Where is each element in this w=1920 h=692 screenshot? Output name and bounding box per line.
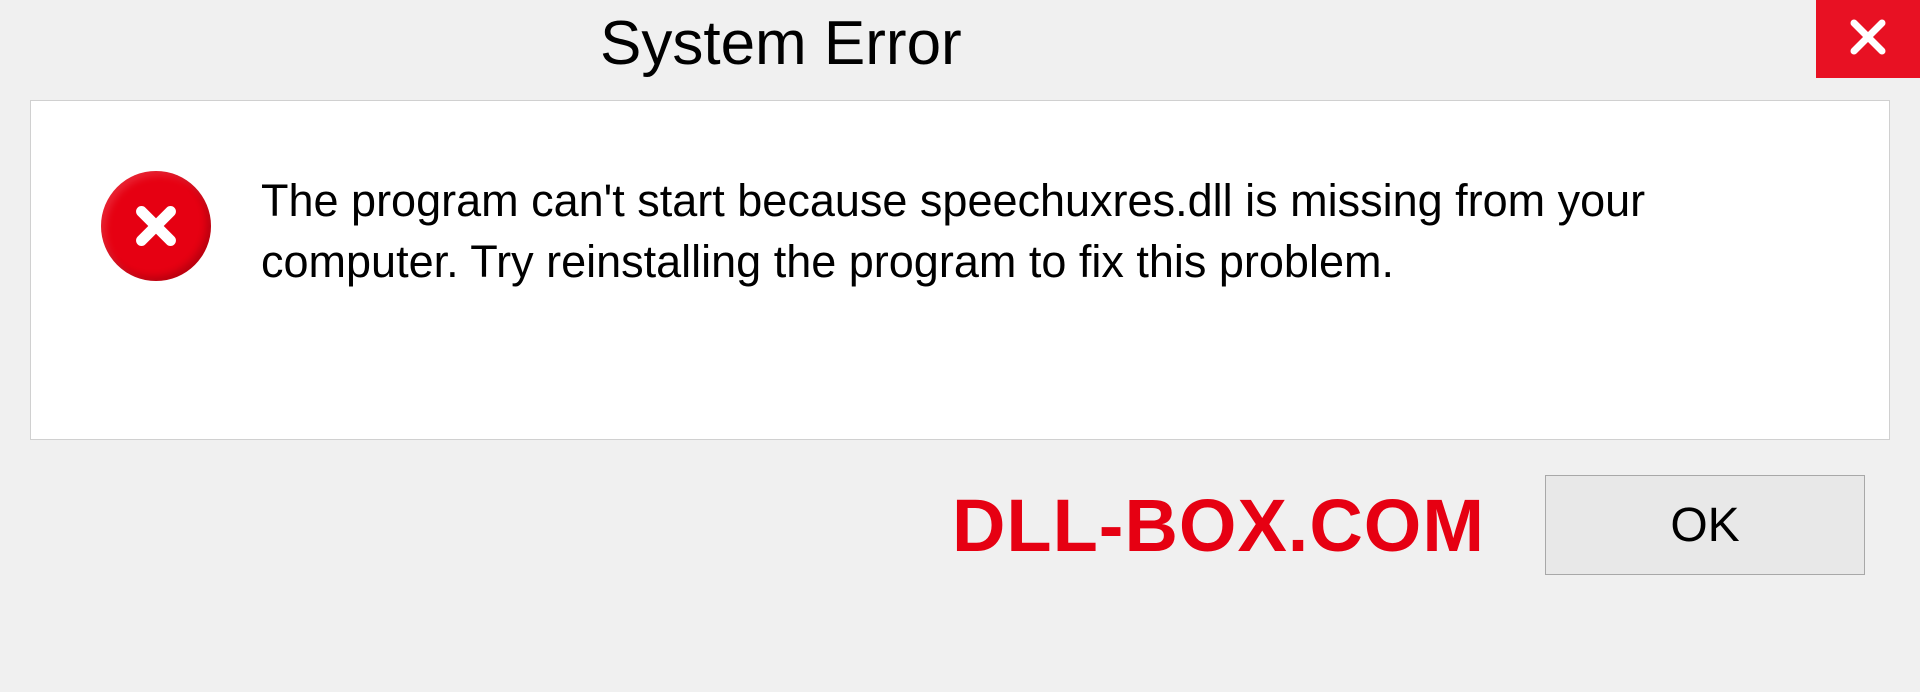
content-panel: The program can't start because speechux… bbox=[30, 100, 1890, 440]
ok-button-label: OK bbox=[1670, 498, 1739, 553]
watermark-text: DLL-BOX.COM bbox=[952, 483, 1485, 568]
error-icon bbox=[101, 171, 211, 281]
error-message: The program can't start because speechux… bbox=[261, 171, 1829, 293]
title-bar: System Error bbox=[0, 0, 1920, 100]
ok-button[interactable]: OK bbox=[1545, 475, 1865, 575]
dialog-footer: DLL-BOX.COM OK bbox=[0, 440, 1920, 610]
close-button[interactable] bbox=[1816, 0, 1920, 78]
dialog-title: System Error bbox=[600, 8, 962, 79]
close-icon bbox=[1844, 13, 1892, 66]
error-dialog: System Error The program can't start bec… bbox=[0, 0, 1920, 692]
